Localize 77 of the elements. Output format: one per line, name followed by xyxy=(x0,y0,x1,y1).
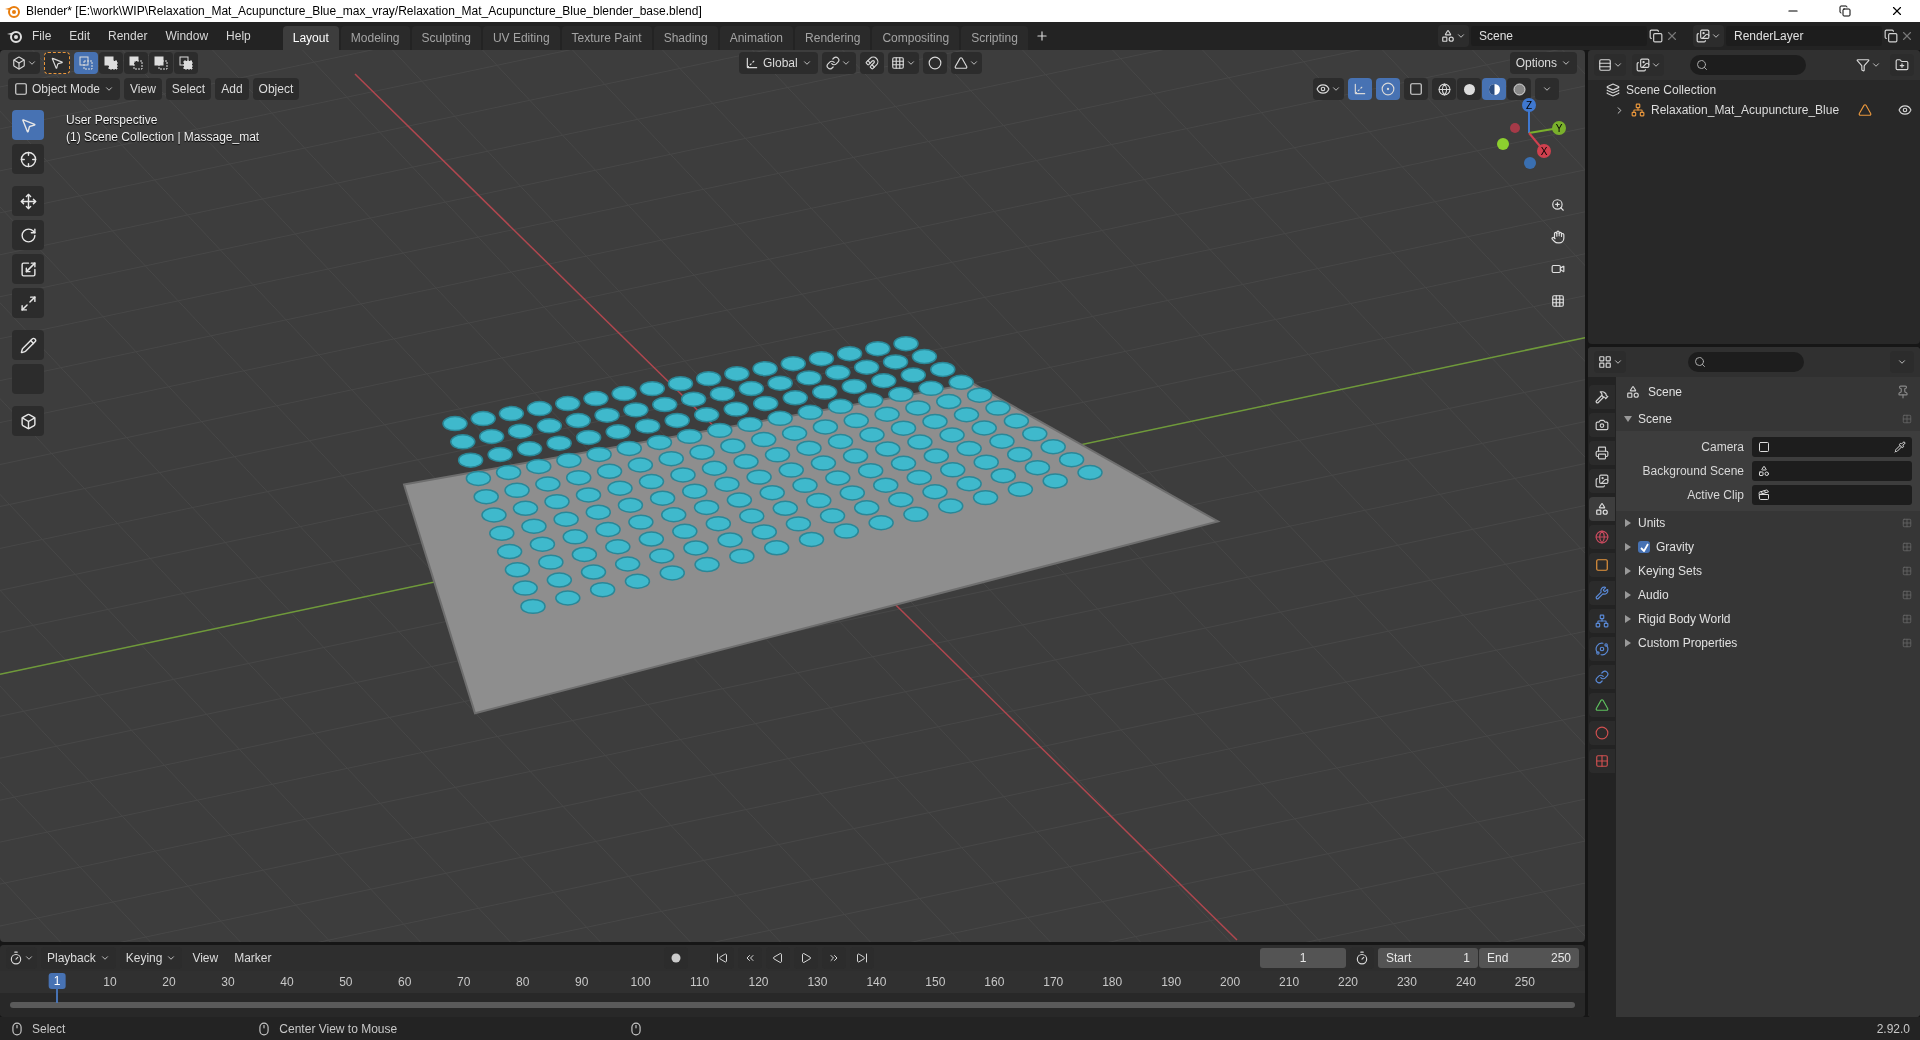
workspace-tab[interactable]: Texture Paint xyxy=(561,26,652,50)
panel-header[interactable]: Units xyxy=(1616,511,1920,535)
property-label: Background Scene xyxy=(1641,464,1744,478)
start-frame-field[interactable]: Start 1 xyxy=(1378,948,1478,968)
menu-item[interactable]: Add xyxy=(215,78,249,100)
menu-item[interactable]: Render xyxy=(100,26,156,46)
menu-item[interactable]: View xyxy=(186,947,225,969)
frame-number: 200 xyxy=(1220,975,1241,989)
frame-number: 50 xyxy=(339,975,353,989)
axis-label: Z xyxy=(1525,100,1533,111)
mode-dropdown[interactable]: Object Mode xyxy=(8,78,121,100)
frame-number: 30 xyxy=(221,975,235,989)
workspace-tab[interactable]: Rendering xyxy=(795,26,871,50)
workspace-tab[interactable]: UV Editing xyxy=(482,26,560,50)
frame-number: 240 xyxy=(1455,975,1476,989)
frame-number: 150 xyxy=(925,975,946,989)
collection-name: Scene Collection xyxy=(1626,83,1717,97)
frame-number: 100 xyxy=(630,975,651,989)
workspace-tab[interactable]: Scripting xyxy=(961,26,1028,50)
frame-number: 230 xyxy=(1396,975,1417,989)
scene-field[interactable]: Scene xyxy=(1471,26,1647,46)
frame-number: 120 xyxy=(748,975,769,989)
menu-item[interactable]: Edit xyxy=(61,26,99,46)
axis-label: Y xyxy=(1555,123,1563,134)
panel-header[interactable]: Scene xyxy=(1616,407,1920,431)
menu-item[interactable]: Select xyxy=(165,78,212,100)
menu-item[interactable]: Marker xyxy=(228,947,278,969)
panel-header[interactable]: Audio xyxy=(1616,583,1920,607)
frame-number: 250 xyxy=(1514,975,1535,989)
panel-header[interactable]: Rigid Body World xyxy=(1616,607,1920,631)
viewport-info-text: (1) Scene Collection | Massage_mat xyxy=(66,130,260,144)
frame-number: 170 xyxy=(1043,975,1064,989)
axis-label: X xyxy=(1540,146,1548,157)
menu-item[interactable]: File xyxy=(24,26,60,46)
workspace-tab[interactable]: Layout xyxy=(282,26,339,50)
frame-number: 220 xyxy=(1338,975,1358,989)
menu-item[interactable]: View xyxy=(124,78,162,100)
panel-header[interactable]: Custom Properties xyxy=(1616,631,1920,655)
frame-number: 40 xyxy=(280,975,294,989)
frame-number: 130 xyxy=(807,975,828,989)
panel-header[interactable]: Keying Sets xyxy=(1616,559,1920,583)
frame-number: 10 xyxy=(103,975,117,989)
outliner-row[interactable]: Relaxation_Mat_Acupuncture_Blue xyxy=(1588,100,1920,120)
status-hint: Center View to Mouse xyxy=(279,1021,398,1036)
options-dropdown[interactable]: Options xyxy=(1509,52,1577,74)
current-frame-field[interactable]: 1 xyxy=(1260,948,1346,968)
workspace-tab[interactable]: Shading xyxy=(653,26,718,50)
view-layer-field[interactable]: RenderLayer xyxy=(1726,26,1882,46)
property-label: Camera xyxy=(1700,440,1744,454)
frame-number: 190 xyxy=(1161,975,1182,989)
context-label: Scene xyxy=(1648,385,1684,399)
menu-item[interactable]: Help xyxy=(218,26,259,46)
menu-item[interactable]: Object xyxy=(252,78,300,100)
frame-number: 180 xyxy=(1102,975,1123,989)
workspace-tab[interactable]: Modeling xyxy=(340,26,410,50)
frame-number: 80 xyxy=(516,975,530,989)
workspace-tab[interactable]: Sculpting xyxy=(411,26,481,50)
menu-item[interactable]: Window xyxy=(157,26,217,46)
end-frame-field[interactable]: End 250 xyxy=(1479,948,1579,968)
orientation-dropdown[interactable]: Global xyxy=(738,52,818,74)
frame-number: 210 xyxy=(1279,975,1300,989)
frame-number: 140 xyxy=(866,975,887,989)
workspace-tab[interactable]: Animation xyxy=(719,26,794,50)
frame-number: 160 xyxy=(984,975,1005,989)
frame-number: 70 xyxy=(457,975,471,989)
viewport-info-text: User Perspective xyxy=(66,113,159,127)
window-title: Blender* [E:\work\WIP\Relaxation_Mat_Acupuncture_Blue_max_vray/Relaxation_Mat_Acupuncture_Blue_blender_base.blend] xyxy=(26,4,703,18)
frame-number: 60 xyxy=(398,975,412,989)
status-hint: Select xyxy=(32,1021,66,1036)
workspace-tab[interactable]: Compositing xyxy=(872,26,960,50)
property-label: Active Clip xyxy=(1686,488,1744,502)
frame-number: 90 xyxy=(574,975,589,989)
current-frame-marker[interactable]: 1 xyxy=(48,973,66,989)
frame-number: 110 xyxy=(690,975,710,989)
frame-number: 20 xyxy=(162,975,176,989)
version-label: 2.92.0 xyxy=(1876,1021,1910,1036)
panel-header[interactable]: Gravity xyxy=(1616,535,1920,559)
